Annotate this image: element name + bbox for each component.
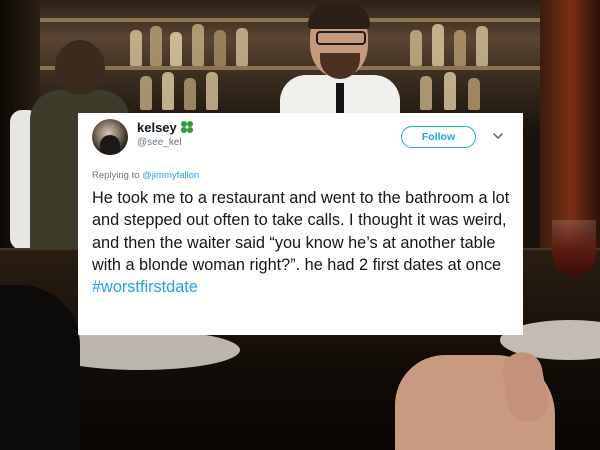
bottle (476, 26, 488, 66)
user-handle[interactable]: @see_kel (137, 137, 182, 148)
bottle (130, 30, 142, 66)
diner-sleeve (0, 285, 80, 450)
avatar[interactable] (92, 119, 128, 155)
bottle (162, 72, 174, 110)
reply-prefix: Replying to (92, 170, 140, 181)
reply-context: Replying to @jimmyfallon (92, 170, 199, 181)
chevron-down-icon[interactable] (492, 130, 504, 142)
bottle (444, 72, 456, 110)
four-leaf-clover-icon (180, 121, 194, 134)
bottle (432, 24, 444, 66)
bottle (140, 76, 152, 110)
bottle (150, 26, 162, 66)
bottle (184, 78, 196, 110)
bottle (236, 28, 248, 66)
hashtag-link[interactable]: #worstfirstdate (92, 278, 198, 296)
bottle (206, 72, 218, 110)
follow-button[interactable]: Follow (401, 126, 476, 148)
wine-glass (552, 220, 596, 276)
tweet-text: He took me to a restaurant and went to t… (92, 187, 517, 298)
bottle (420, 76, 432, 110)
bottle (170, 32, 182, 66)
display-name[interactable]: kelsey (137, 120, 177, 135)
bottle (214, 30, 226, 66)
reply-mention-link[interactable]: @jimmyfallon (142, 170, 199, 181)
user-name-row: kelsey (137, 120, 194, 135)
bottle (410, 30, 422, 66)
tweet-card: kelsey @see_kel Follow Replying to @jimm… (78, 113, 523, 335)
bottle (454, 30, 466, 66)
bottle (468, 78, 480, 110)
bottle (192, 24, 204, 66)
tweet-body: He took me to a restaurant and went to t… (92, 189, 510, 274)
